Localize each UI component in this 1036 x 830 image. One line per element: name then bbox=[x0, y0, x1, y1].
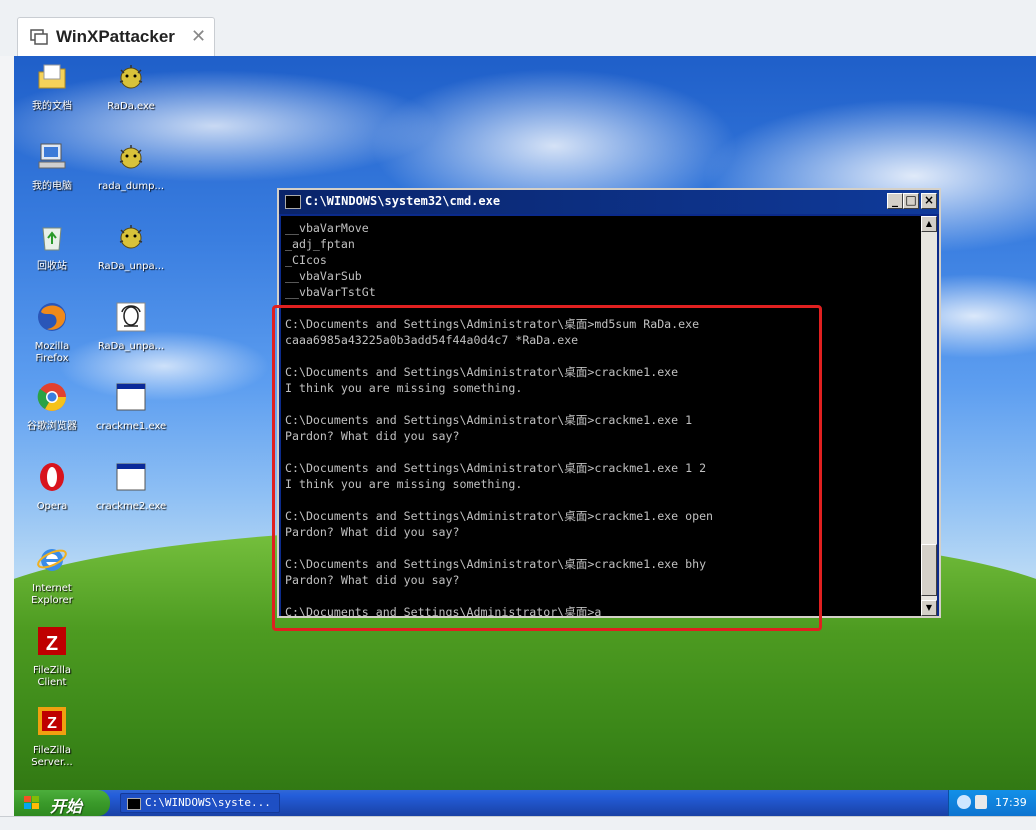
desktop-icon-label: 回收站 bbox=[37, 261, 67, 272]
taskbar-item-cmd[interactable]: C:\WINDOWS\syste... bbox=[120, 793, 280, 813]
desktop-icon-label: 我的文档 bbox=[32, 101, 72, 112]
cmd-window-title: C:\WINDOWS\system32\cmd.exe bbox=[305, 194, 501, 208]
desktop-icon-label: FileZilla Server... bbox=[31, 745, 73, 768]
desktop-icon-label: RaDa_unpa... bbox=[97, 341, 165, 352]
desktop-icon-label: crackme1.exe bbox=[96, 421, 167, 432]
desktop-icon-filezilla-client[interactable]: Z FileZilla Client bbox=[17, 624, 87, 689]
scroll-up-arrow-icon[interactable]: ▲ bbox=[921, 216, 937, 232]
close-tab-icon[interactable]: ✕ bbox=[191, 26, 206, 47]
minimize-button[interactable]: _ bbox=[887, 193, 903, 209]
clock: 17:39 bbox=[995, 796, 1027, 809]
svg-text:Z: Z bbox=[46, 633, 58, 655]
internet-explorer-icon bbox=[37, 549, 67, 571]
tab-winxpattacker[interactable]: WinXPattacker ✕ bbox=[17, 17, 215, 56]
desktop: 我的文档 我的电脑 回收站 Mozilla Firefox 谷歌浏览器 Oper… bbox=[14, 56, 1036, 790]
taskbar-item-label: C:\WINDOWS\syste... bbox=[145, 796, 271, 809]
windows-flag-icon bbox=[24, 796, 39, 809]
desktop-icon-label: RaDa.exe bbox=[107, 101, 155, 112]
cmd-icon bbox=[285, 195, 301, 209]
recycle-bin-icon bbox=[42, 227, 62, 251]
desktop-icon-crackme2[interactable]: crackme2.exe bbox=[96, 460, 166, 513]
chrome-icon bbox=[37, 383, 66, 411]
pufferfish-icon bbox=[119, 65, 143, 89]
desktop-icon-label: Opera bbox=[36, 501, 68, 512]
desktop-icon-internet-explorer[interactable]: Internet Explorer bbox=[17, 542, 87, 607]
desktop-icon-label: crackme2.exe bbox=[96, 501, 167, 512]
desktop-icon-opera[interactable]: Opera bbox=[17, 460, 87, 513]
cmd-icon bbox=[127, 798, 141, 810]
desktop-icon-label: 我的电脑 bbox=[32, 181, 72, 192]
maximize-button[interactable]: □ bbox=[903, 193, 919, 209]
svg-text:Z: Z bbox=[47, 715, 57, 732]
close-button[interactable]: × bbox=[921, 193, 937, 209]
desktop-icon-label: FileZilla Client bbox=[32, 665, 72, 688]
portrait-icon bbox=[116, 302, 146, 332]
start-button[interactable]: 开始 bbox=[14, 790, 110, 816]
vertical-scrollbar[interactable]: ▲ ▼ bbox=[921, 216, 937, 616]
system-tray: 17:39 bbox=[948, 790, 1036, 816]
scroll-down-arrow-icon[interactable]: ▼ bbox=[921, 600, 937, 616]
desktop-icon-crackme1[interactable]: crackme1.exe bbox=[96, 380, 166, 433]
my-computer-icon bbox=[38, 143, 66, 169]
firefox-icon bbox=[38, 303, 66, 331]
desktop-icon-filezilla-server[interactable]: Z FileZilla Server... bbox=[17, 704, 87, 769]
filezilla-icon: Z bbox=[38, 627, 66, 655]
desktop-icon-label: 谷歌浏览器 bbox=[27, 421, 77, 432]
desktop-icon-rada-exe[interactable]: RaDa.exe bbox=[96, 60, 166, 113]
tray-network-icon[interactable] bbox=[975, 795, 987, 809]
pufferfish-icon bbox=[119, 145, 143, 169]
desktop-icon-firefox[interactable]: Mozilla Firefox bbox=[17, 300, 87, 365]
highlight-annotation-box bbox=[272, 305, 822, 631]
vm-tab-bar: WinXPattacker ✕ bbox=[0, 0, 1036, 57]
cmd-title-bar[interactable]: C:\WINDOWS\system32\cmd.exe _ □ × bbox=[279, 190, 939, 214]
tab-title: WinXPattacker bbox=[56, 27, 175, 46]
window-app-icon bbox=[116, 463, 146, 491]
desktop-icon-label: Internet Explorer bbox=[31, 583, 73, 606]
start-label: 开始 bbox=[50, 797, 83, 816]
window-app-icon bbox=[116, 383, 146, 411]
pufferfish-icon bbox=[119, 225, 143, 249]
desktop-icon-label: Mozilla Firefox bbox=[34, 341, 70, 364]
desktop-icon-rada-unpacked[interactable]: RaDa_unpa... bbox=[96, 220, 166, 273]
tray-arrow-icon[interactable] bbox=[957, 795, 971, 809]
desktop-icon-my-documents[interactable]: 我的文档 bbox=[17, 60, 87, 113]
left-edge-strip bbox=[0, 56, 15, 816]
scroll-thumb[interactable] bbox=[921, 544, 937, 596]
desktop-icon-label: rada_dump... bbox=[97, 181, 165, 192]
taskbar: 开始 C:\WINDOWS\syste... 17:39 bbox=[14, 790, 1036, 816]
my-documents-icon bbox=[38, 64, 66, 89]
desktop-icon-rada-unpacked-2[interactable]: RaDa_unpa... bbox=[96, 300, 166, 353]
desktop-icon-chrome[interactable]: 谷歌浏览器 bbox=[17, 380, 87, 433]
desktop-icon-label: RaDa_unpa... bbox=[97, 261, 165, 272]
desktop-icon-recycle-bin[interactable]: 回收站 bbox=[17, 220, 87, 273]
desktop-icon-my-computer[interactable]: 我的电脑 bbox=[17, 140, 87, 193]
desktop-icon-rada-dump[interactable]: rada_dump... bbox=[96, 140, 166, 193]
opera-icon bbox=[40, 463, 64, 491]
host-status-bar bbox=[0, 816, 1036, 830]
filezilla-server-icon: Z bbox=[38, 707, 66, 735]
virtual-machine-icon bbox=[30, 29, 48, 45]
